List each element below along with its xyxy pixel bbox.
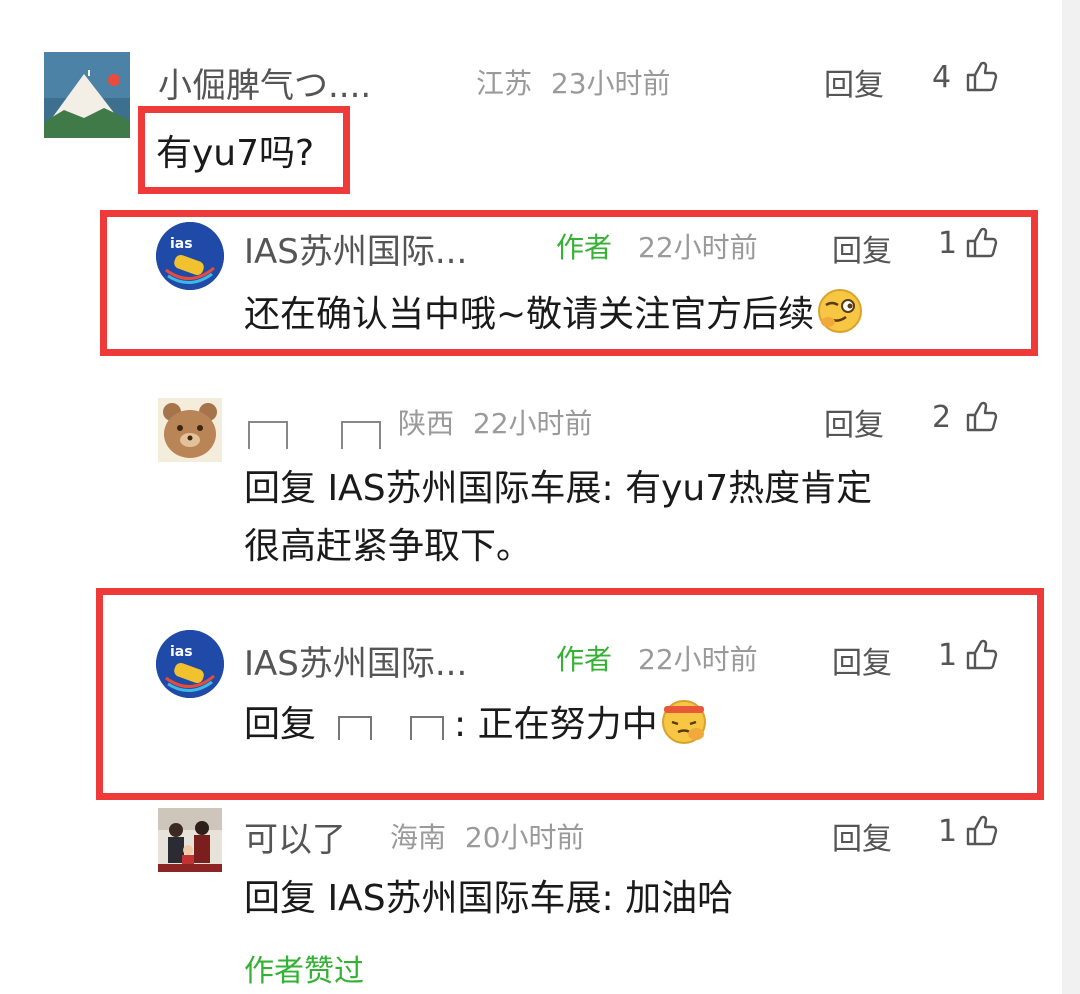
location-time: 江苏 23小时前 xyxy=(476,62,671,102)
mountain-avatar-icon xyxy=(44,52,130,138)
highlight-box xyxy=(96,588,1044,800)
timestamp: 22小时前 xyxy=(638,231,758,264)
reply-prefix: 回复 xyxy=(244,704,317,745)
location-time: 陕西 22小时前 xyxy=(398,402,593,442)
username-placeholder-glyphs[interactable] xyxy=(244,412,393,452)
thumbs-up-icon[interactable] xyxy=(964,814,998,848)
reply-button[interactable]: 回复 xyxy=(824,60,884,104)
comment-text-line-2: 很高赶紧争取下。 xyxy=(244,526,533,567)
like-count: 1 xyxy=(938,814,958,849)
avatar-text: ias xyxy=(170,644,193,660)
location: 海南 xyxy=(390,821,447,854)
location: 江苏 xyxy=(476,67,533,100)
author-avatar[interactable]: ias xyxy=(156,222,224,290)
timestamp: 22小时前 xyxy=(472,407,593,440)
like-count: 2 xyxy=(932,400,952,435)
reply-button[interactable]: 回复 xyxy=(824,400,884,444)
thumbs-up-icon[interactable] xyxy=(964,638,998,672)
location-time: 海南 20小时前 xyxy=(390,816,585,856)
reply-button[interactable]: 回复 xyxy=(832,638,892,682)
avatar[interactable] xyxy=(44,52,130,138)
thumbs-up-icon[interactable] xyxy=(964,226,998,260)
comment-text-content: 还在确认当中哦~敬请关注官方后续 xyxy=(244,294,815,335)
location: 陕西 xyxy=(398,407,455,440)
unrendered-glyph xyxy=(410,716,445,740)
reply-button[interactable]: 回复 xyxy=(832,226,892,270)
comment-text: 回复 : 正在努力中 xyxy=(244,696,710,754)
like-count: 1 xyxy=(938,638,958,673)
username[interactable]: IAS苏州国际... xyxy=(244,636,467,685)
scrollbar-track[interactable] xyxy=(1062,0,1080,994)
unrendered-glyph xyxy=(248,421,288,449)
smirk-emoji-icon xyxy=(818,289,863,333)
bear-avatar[interactable] xyxy=(158,398,222,462)
author-avatar[interactable]: ias xyxy=(156,630,224,698)
author-tag: 作者 xyxy=(556,643,613,676)
family-photo-icon xyxy=(158,808,222,872)
username[interactable]: 小倔脾气つ.... xyxy=(158,58,371,107)
thumbs-up-icon[interactable] xyxy=(964,60,998,94)
liked-by-author-label: 作者赞过 xyxy=(244,954,364,989)
bear-icon xyxy=(158,398,222,462)
author-tag: 作者 xyxy=(556,231,613,264)
comment-text-line-1: 回复 IAS苏州国际车展: 有yu7热度肯定 xyxy=(244,468,873,509)
timestamp: 20小时前 xyxy=(464,821,585,854)
family-photo-avatar[interactable] xyxy=(158,808,222,872)
comment-text: 回复 IAS苏州国际车展: 加油哈 xyxy=(244,878,734,919)
reply-suffix: : 正在努力中 xyxy=(454,704,658,745)
headband-emoji-icon xyxy=(661,700,706,744)
username[interactable]: IAS苏州国际... xyxy=(244,224,467,273)
reply-button[interactable]: 回复 xyxy=(832,814,892,858)
timestamp: 22小时前 xyxy=(638,643,758,676)
username[interactable]: 可以了 xyxy=(244,812,346,861)
avatar-text: ias xyxy=(170,236,193,252)
timestamp: 23小时前 xyxy=(550,67,671,100)
comment-text: 有yu7吗? xyxy=(156,133,315,174)
like-count: 1 xyxy=(938,226,958,261)
unrendered-glyph xyxy=(338,716,373,740)
ias-logo-icon: ias xyxy=(156,222,224,290)
like-count: 4 xyxy=(932,60,952,95)
ias-logo-icon: ias xyxy=(156,630,224,698)
thumbs-up-icon[interactable] xyxy=(964,400,998,434)
unrendered-glyph xyxy=(340,421,381,449)
comment-text: 还在确认当中哦~敬请关注官方后续 xyxy=(244,286,866,344)
